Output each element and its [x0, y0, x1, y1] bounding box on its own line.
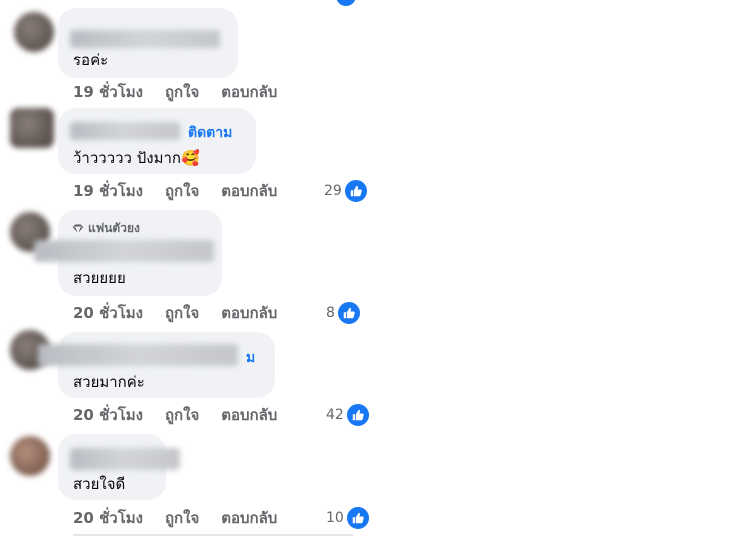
smiling-hearts-emoji: 🥰 — [180, 149, 200, 167]
reaction-count[interactable]: 10 — [326, 506, 370, 530]
avatar[interactable] — [14, 12, 54, 52]
comment-time[interactable]: 20 ชั่วโมง — [73, 506, 143, 530]
reaction-count[interactable]: 8 — [326, 301, 361, 325]
like-thumb-icon — [336, 0, 356, 6]
avatar[interactable] — [10, 436, 50, 476]
top-fan-badge: แฟนตัวยง — [72, 219, 140, 238]
comment-meta: 19 ชั่วโมง ถูกใจ ตอบกลับ — [73, 180, 299, 202]
badge-label: แฟนตัวยง — [88, 221, 140, 235]
follow-button[interactable]: ติดตาม — [188, 122, 232, 144]
like-button[interactable]: ถูกใจ — [165, 80, 199, 104]
reaction-count[interactable]: 29 — [324, 179, 368, 203]
reply-button[interactable]: ตอบกลับ — [221, 403, 277, 427]
comment-text: สวยยยย — [73, 269, 126, 287]
reaction-number: 10 — [326, 510, 344, 526]
like-thumb-icon — [345, 403, 370, 427]
avatar[interactable] — [10, 108, 54, 148]
divider — [73, 534, 353, 536]
comment-time[interactable]: 19 ชั่วโมง — [73, 80, 143, 104]
comment-text-content: ว้าววววว ปังมาก — [73, 149, 181, 167]
comment-time[interactable]: 20 ชั่วโมง — [73, 301, 143, 325]
reply-button[interactable]: ตอบกลับ — [221, 179, 277, 203]
comment-meta: 20 ชั่วโมง ถูกใจ ตอบกลับ — [73, 404, 299, 426]
reaction-number: 42 — [326, 407, 344, 423]
comment-bubble: สวยใจดี — [58, 434, 180, 500]
commenter-name-blurred[interactable] — [70, 30, 220, 48]
comment-bubble: แฟนตัวยง สวยยยย — [34, 210, 222, 296]
like-thumb-icon — [345, 506, 370, 530]
reply-button[interactable]: ตอบกลับ — [221, 506, 277, 530]
commenter-name-blurred[interactable] — [70, 448, 180, 470]
reaction-number: 29 — [324, 183, 342, 199]
commenter-name-blurred[interactable] — [70, 122, 180, 140]
follow-button[interactable]: ม — [246, 347, 255, 369]
like-button[interactable]: ถูกใจ — [165, 506, 199, 530]
reply-button[interactable]: ตอบกลับ — [221, 301, 277, 325]
comment-text: สวยใจดี — [73, 475, 126, 493]
comment-meta: 19 ชั่วโมง ถูกใจ ตอบกลับ — [73, 81, 299, 103]
reaction-number: 8 — [326, 305, 335, 321]
diamond-icon — [72, 223, 84, 235]
like-button[interactable]: ถูกใจ — [165, 179, 199, 203]
comment-bubble: ติดตาม ว้าววววว ปังมาก🥰 — [58, 108, 256, 174]
comment-text: สวยมากค่ะ — [73, 373, 145, 391]
comment-bubble: ม สวยมากค่ะ — [38, 332, 275, 398]
comment-time[interactable]: 19 ชั่วโมง — [73, 179, 143, 203]
comment-meta: 20 ชั่วโมง ถูกใจ ตอบกลับ — [73, 302, 299, 324]
comment-text: รอค่ะ — [73, 51, 109, 69]
like-button[interactable]: ถูกใจ — [165, 403, 199, 427]
like-button[interactable]: ถูกใจ — [165, 301, 199, 325]
comment-bubble: รอค่ะ — [58, 8, 238, 78]
comment-text: ว้าววววว ปังมาก🥰 — [73, 146, 200, 170]
commenter-name-blurred[interactable] — [34, 240, 214, 262]
reaction-count[interactable]: 42 — [326, 403, 370, 427]
reply-button[interactable]: ตอบกลับ — [221, 80, 277, 104]
comment-meta: 20 ชั่วโมง ถูกใจ ตอบกลับ — [73, 507, 299, 529]
commenter-name-blurred[interactable] — [38, 344, 238, 366]
like-thumb-icon — [343, 179, 368, 203]
comment-time[interactable]: 20 ชั่วโมง — [73, 403, 143, 427]
like-thumb-icon — [336, 301, 361, 325]
